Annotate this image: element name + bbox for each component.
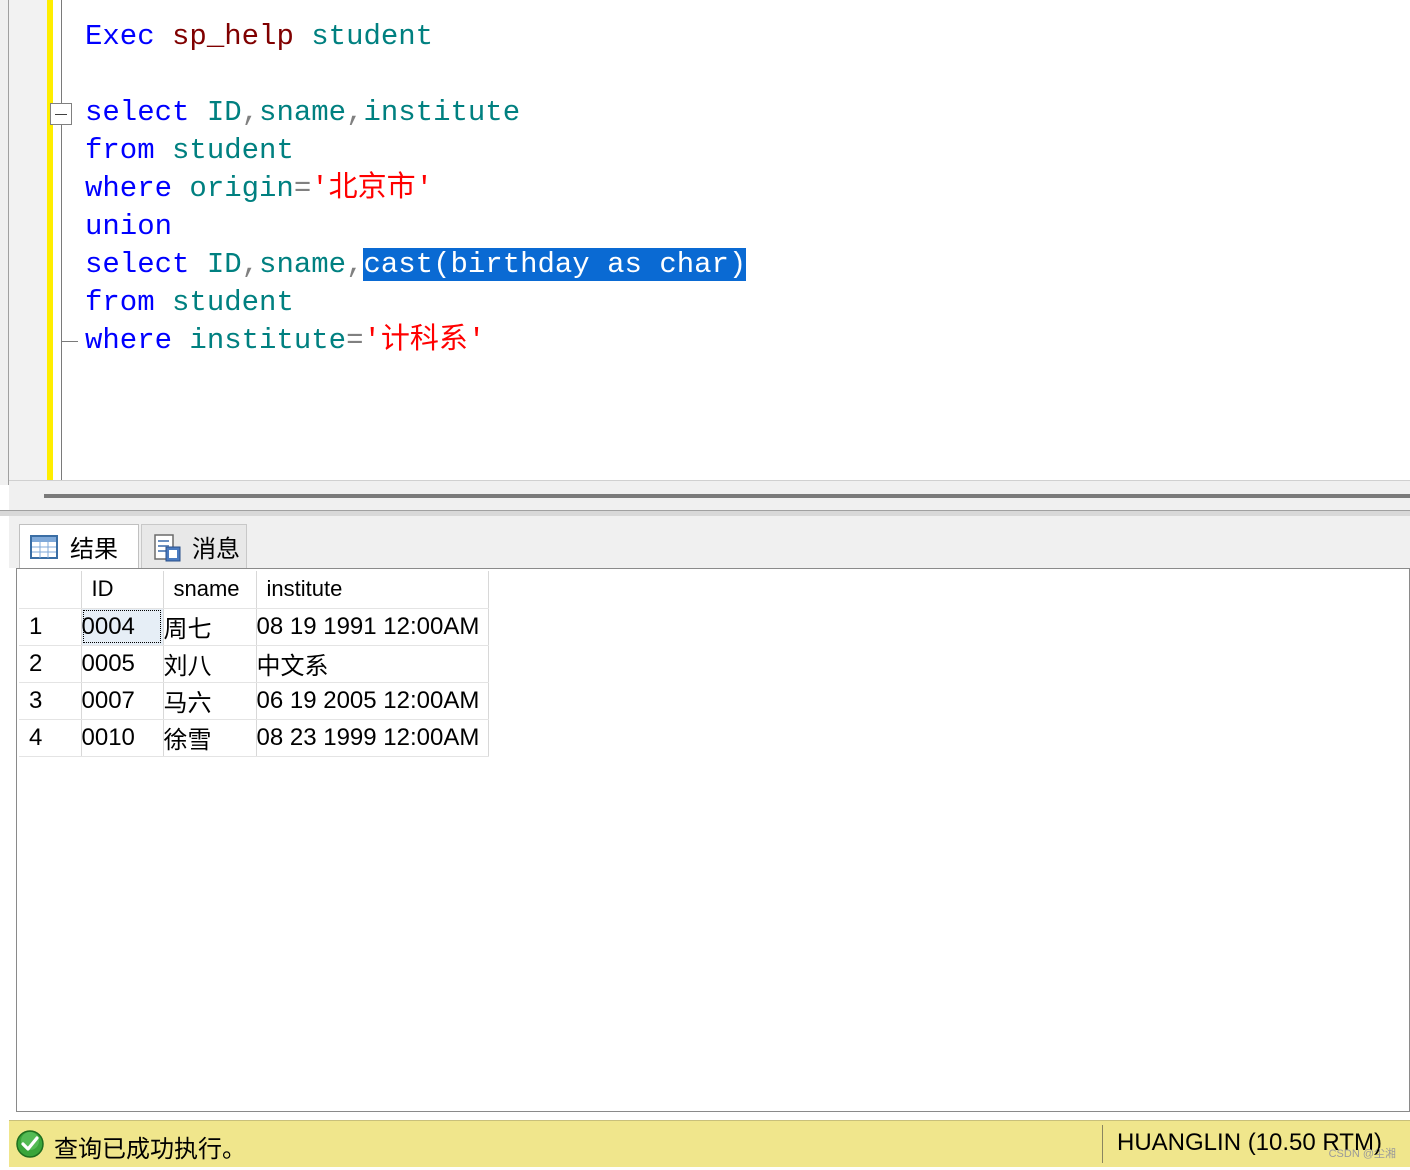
code-line[interactable]: from student: [85, 132, 746, 170]
code-line[interactable]: [85, 56, 746, 94]
messages-icon: [152, 533, 182, 561]
row-number[interactable]: 4: [19, 719, 82, 757]
cell-id[interactable]: 0005: [81, 645, 164, 683]
status-message: 查询已成功执行。: [54, 1136, 246, 1163]
editor-gutter: [9, 0, 47, 480]
cell-institute[interactable]: 08 19 1991 12:00AM: [256, 608, 489, 646]
query-editor[interactable]: Exec sp_help student select ID,sname,ins…: [0, 0, 1410, 485]
code-line[interactable]: where institute='计科系': [85, 322, 746, 360]
row-number-header[interactable]: [19, 571, 82, 609]
table-row[interactable]: 2 0005 刘八 中文系: [19, 645, 489, 683]
outline-guide-line: [61, 0, 62, 480]
tab-results[interactable]: 结果: [19, 524, 139, 568]
sql-code[interactable]: Exec sp_help student select ID,sname,ins…: [85, 18, 747, 360]
row-number[interactable]: 3: [19, 682, 82, 720]
code-token: ID: [206, 248, 242, 281]
tab-results-label: 结果: [70, 536, 118, 563]
cell-institute[interactable]: 中文系: [256, 645, 489, 683]
success-check-icon: [15, 1129, 45, 1159]
editor-left-border: [0, 0, 9, 485]
cell-sname[interactable]: 周七: [163, 608, 257, 646]
tab-messages-label: 消息: [192, 536, 240, 563]
code-token: sname: [259, 96, 347, 129]
code-token: origin: [189, 172, 294, 205]
cell-institute[interactable]: 06 19 2005 12:00AM: [256, 682, 489, 720]
code-token: institute: [363, 96, 521, 129]
code-line[interactable]: select ID,sname,cast(birthday as char): [85, 246, 747, 284]
code-token: from: [85, 286, 155, 319]
watermark: CSDN @尘湘: [1328, 1148, 1396, 1160]
code-token: union: [85, 210, 173, 243]
code-token: '计科系': [363, 324, 486, 357]
code-token: ,: [241, 96, 260, 129]
code-token: student: [311, 20, 434, 53]
table-row[interactable]: 3 0007 马六 06 19 2005 12:00AM: [19, 682, 489, 720]
code-token: where: [85, 324, 173, 357]
cell-sname[interactable]: 刘八: [163, 645, 257, 683]
status-separator: [1102, 1125, 1103, 1163]
column-header-institute[interactable]: institute: [256, 571, 489, 609]
status-bar: 查询已成功执行。 HUANGLIN (10.50 RTM) CSDN @尘湘: [9, 1120, 1410, 1167]
cell-id[interactable]: 0007: [81, 682, 164, 720]
grid-icon: [30, 533, 60, 561]
change-tracking-bar: [47, 0, 53, 480]
code-token: sp_help: [172, 20, 294, 53]
tab-messages[interactable]: 消息: [141, 524, 247, 568]
code-token: where: [85, 172, 173, 205]
collapse-region-icon[interactable]: [50, 103, 72, 125]
code-token: =: [293, 172, 312, 205]
results-tabbar: 结果 消息: [9, 516, 1410, 568]
code-token: select: [85, 248, 190, 281]
row-number[interactable]: 1: [19, 608, 82, 646]
results-grid[interactable]: ID sname institute 1 0004 周七 08 19 1991 …: [16, 568, 1410, 1112]
table-row[interactable]: 4 0010 徐雪 08 23 1999 12:00AM: [19, 719, 489, 757]
editor-horizontal-scrollbar[interactable]: [9, 480, 1410, 511]
code-line[interactable]: select ID,sname,institute: [85, 94, 746, 132]
code-line[interactable]: where origin='北京市': [85, 170, 746, 208]
scrollbar-thumb[interactable]: [44, 494, 1410, 498]
cell-sname[interactable]: 徐雪: [163, 719, 257, 757]
cell-institute[interactable]: 08 23 1999 12:00AM: [256, 719, 489, 757]
code-token: select: [85, 96, 190, 129]
code-line[interactable]: union: [85, 208, 746, 246]
column-header-id[interactable]: ID: [81, 571, 164, 609]
code-token: Exec: [85, 20, 155, 53]
cell-sname[interactable]: 马六: [163, 682, 257, 720]
code-token: institute: [189, 324, 347, 357]
cell-id[interactable]: 0010: [81, 719, 164, 757]
code-token: student: [172, 134, 294, 167]
code-line[interactable]: from student: [85, 284, 746, 322]
cell-id[interactable]: 0004: [81, 608, 164, 646]
grid-header-row: ID sname institute: [19, 571, 489, 609]
results-table: ID sname institute 1 0004 周七 08 19 1991 …: [19, 571, 489, 757]
region-end-marker: [62, 341, 78, 342]
code-token: ID: [206, 96, 242, 129]
code-token: from: [85, 134, 155, 167]
selected-text: cast(birthday as char): [363, 248, 747, 281]
code-line[interactable]: Exec sp_help student: [85, 18, 746, 56]
code-token: '北京市': [311, 172, 434, 205]
code-token: ,: [241, 248, 260, 281]
code-token: =: [346, 324, 364, 357]
code-token: sname: [259, 248, 347, 281]
code-token: ,: [346, 96, 364, 129]
code-token: ,: [346, 248, 364, 281]
code-token: student: [172, 286, 294, 319]
column-header-sname[interactable]: sname: [163, 571, 257, 609]
row-number[interactable]: 2: [19, 645, 82, 683]
table-row[interactable]: 1 0004 周七 08 19 1991 12:00AM: [19, 608, 489, 646]
